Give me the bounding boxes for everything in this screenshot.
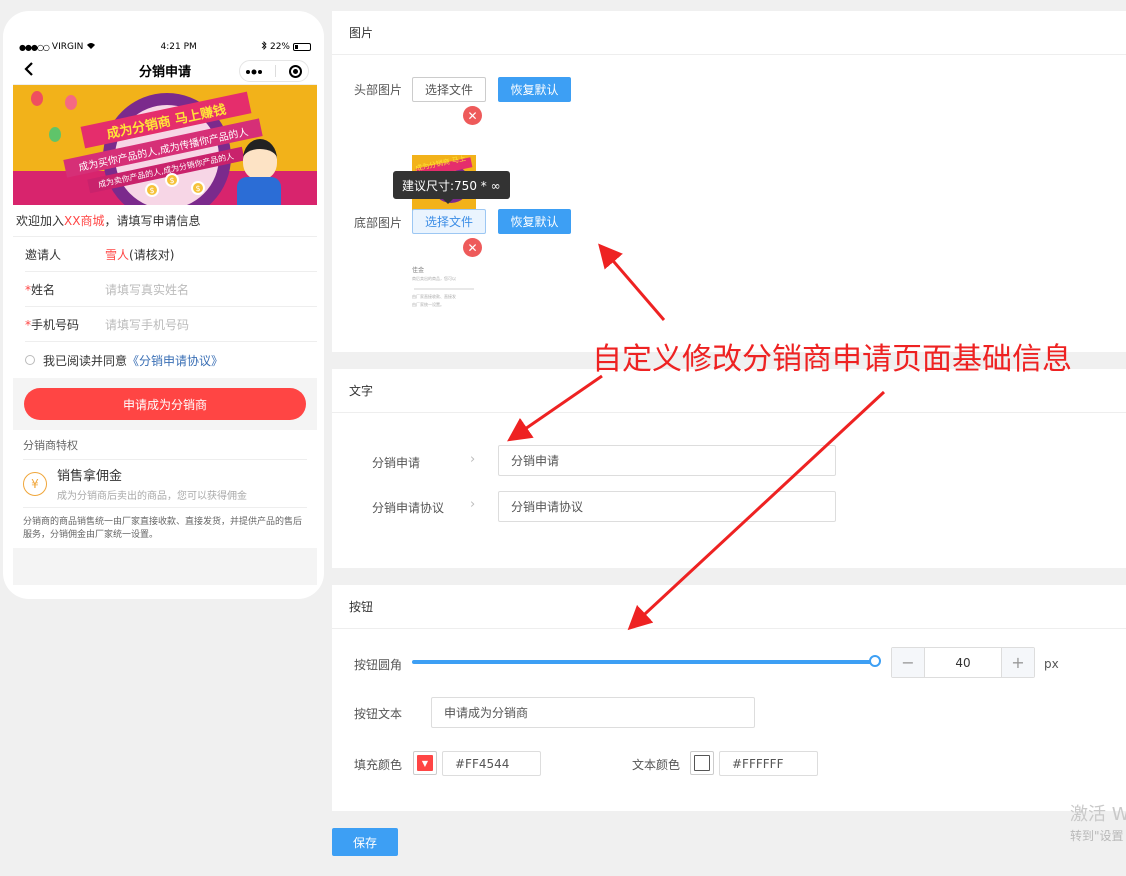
mini-program-capsule [239, 60, 309, 82]
privilege-item-title: 销售拿佣金 [57, 469, 123, 484]
button-text-label: 按钮文本 [354, 707, 403, 721]
button-settings-panel: 按钮 按钮圆角 − 40 + px 按钮文本 申请成为分销商 填充颜色 ▼ #F… [332, 585, 1126, 811]
yen-icon: ¥ [23, 471, 47, 496]
text-settings-panel: 文字 分销申请 › 分销申请 分销申请协议 › 分销申请协议 [332, 369, 1126, 568]
phone-row[interactable]: *手机号码 请填写手机号码 [25, 307, 317, 342]
agreement-link[interactable]: 《分销申请协议》 [127, 352, 223, 369]
text-color-label: 文本颜色 [632, 758, 681, 772]
inviter-note: (请核对) [129, 247, 175, 262]
cartoon-man-icon [243, 139, 277, 179]
apply-distributor-button[interactable]: 申请成为分销商 [24, 388, 306, 420]
image-section-title: 图片 [332, 11, 1126, 55]
radius-unit: px [1044, 657, 1059, 671]
minus-button[interactable]: − [892, 648, 924, 677]
shop-name: XX商城 [64, 214, 105, 228]
battery-percent: 22% [269, 42, 290, 52]
text-row-label-agreement: 分销申请协议 [372, 501, 445, 515]
close-target-icon[interactable] [288, 64, 302, 78]
annotation-text: 自定义修改分销商申请页面基础信息 [592, 342, 1072, 377]
radius-stepper: − 40 + [891, 647, 1035, 678]
name-label: 姓名 [31, 282, 56, 297]
name-row[interactable]: *姓名 请填写真实姓名 [25, 272, 317, 307]
privileges-note: 分销商的商品销售统一由厂家直接收款、直接发货，并提供产品的售后服务，分销佣金由厂… [23, 517, 303, 540]
footer-delete-icon[interactable]: ✕ [463, 238, 482, 257]
nav-title: 分销申请 [138, 65, 191, 80]
agreement-title-input[interactable]: 分销申请协议 [498, 491, 836, 522]
radius-label: 按钮圆角 [354, 658, 403, 672]
text-color-input[interactable]: #FFFFFF [719, 751, 818, 776]
inviter-label: 邀请人 [25, 247, 62, 262]
bluetooth-icon [261, 41, 267, 53]
phone-label: 手机号码 [31, 317, 80, 332]
radius-slider-track[interactable] [412, 660, 874, 664]
status-bar: ●●●○○ VIRGIN 4:21 PM 22% [13, 37, 317, 57]
thumb-footer-line2: 由厂家直接收款、直接发 [412, 294, 456, 299]
save-button[interactable]: 保存 [332, 828, 398, 856]
agree-text: 我已阅读并同意 [43, 353, 128, 368]
name-input[interactable]: 请填写真实姓名 [105, 281, 189, 298]
header-delete-icon[interactable]: ✕ [463, 106, 482, 125]
header-image-label: 头部图片 [354, 83, 403, 97]
battery-icon [293, 43, 311, 51]
radius-value-input[interactable]: 40 [924, 648, 1002, 677]
chevron-right-icon: › [470, 497, 476, 512]
watermark-settings: 转到"设置 [1070, 829, 1124, 843]
privilege-item: ¥ 销售拿佣金 成为分销商后卖出的商品，您可以获得佣金 [23, 460, 307, 508]
text-color-picker[interactable] [690, 751, 714, 775]
image-settings-panel: 图片 头部图片 选择文件 恢复默认 成为分销商 马上赚钱 ✕ 建议尺寸:750 … [332, 11, 1126, 352]
apply-form: 邀请人 雪人(请核对) *姓名 请填写真实姓名 *手机号码 请填写手机号码 [13, 237, 317, 342]
thumb-footer-line3: 由厂家统一设置。 [412, 302, 444, 307]
chevron-down-icon: ▼ [417, 755, 433, 771]
thumb-footer-title: 佳金 [412, 267, 425, 274]
footer-image-label: 底部图片 [354, 216, 403, 230]
agree-radio[interactable] [25, 355, 35, 365]
welcome-text: 欢迎加入 XX商城 ，请填写申请信息 [13, 205, 317, 237]
plus-button[interactable]: + [1002, 648, 1034, 677]
nav-bar: 分销申请 [13, 57, 317, 85]
button-text-input[interactable]: 申请成为分销商 [431, 697, 755, 728]
header-choose-file-button[interactable]: 选择文件 [412, 77, 486, 102]
header-reset-button[interactable]: 恢复默认 [498, 77, 571, 102]
privileges-section: 分销商特权 ¥ 销售拿佣金 成为分销商后卖出的商品，您可以获得佣金 分销商的商品… [13, 430, 317, 548]
phone-input[interactable]: 请填写手机号码 [105, 316, 189, 333]
phone-screen: ●●●○○ VIRGIN 4:21 PM 22% 分销申请 成为分销商 马上赚钱… [13, 37, 317, 585]
agree-row[interactable]: 我已阅读并同意 《分销申请协议》 [13, 342, 317, 378]
apply-button-wrap: 申请成为分销商 [13, 378, 317, 430]
more-dots-icon[interactable] [246, 64, 263, 78]
footer-reset-button[interactable]: 恢复默认 [498, 209, 571, 234]
wifi-icon [86, 42, 96, 53]
privilege-item-desc: 成为分销商后卖出的商品，您可以获得佣金 [57, 491, 247, 502]
text-row-label-apply: 分销申请 [372, 456, 421, 470]
carrier-text: VIRGIN [51, 42, 84, 52]
watermark-activate: 激活 W [1070, 804, 1126, 825]
fill-color-label: 填充颜色 [354, 758, 403, 772]
inviter-name: 雪人 [105, 247, 130, 262]
status-time: 4:21 PM [160, 42, 197, 52]
radius-slider-handle[interactable] [869, 655, 881, 667]
chevron-right-icon: › [470, 452, 476, 467]
phone-preview: ●●●○○ VIRGIN 4:21 PM 22% 分销申请 成为分销商 马上赚钱… [3, 11, 324, 599]
privileges-title: 分销商特权 [23, 430, 307, 460]
button-section-title: 按钮 [332, 585, 1126, 629]
signal-icon: ●●●○○ [19, 42, 50, 52]
size-tooltip: 建议尺寸:750 * ∞ [393, 171, 510, 204]
inviter-row: 邀请人 雪人(请核对) [25, 237, 317, 272]
fill-color-picker[interactable]: ▼ [413, 751, 437, 775]
thumb-footer-line1: 商后卖出的商品，您可以 [412, 276, 456, 281]
back-arrow-icon[interactable] [23, 61, 35, 82]
footer-image-thumbnail: 佳金 商后卖出的商品，您可以 由厂家直接收款、直接发 由厂家统一设置。 [412, 255, 476, 319]
fill-color-input[interactable]: #FF4544 [442, 751, 541, 776]
footer-choose-file-button[interactable]: 选择文件 [412, 209, 486, 234]
apply-title-input[interactable]: 分销申请 [498, 445, 836, 476]
header-banner-image: 成为分销商 马上赚钱 成为买你产品的人,成为传播你产品的人 成为卖你产品的人,成… [13, 85, 317, 205]
